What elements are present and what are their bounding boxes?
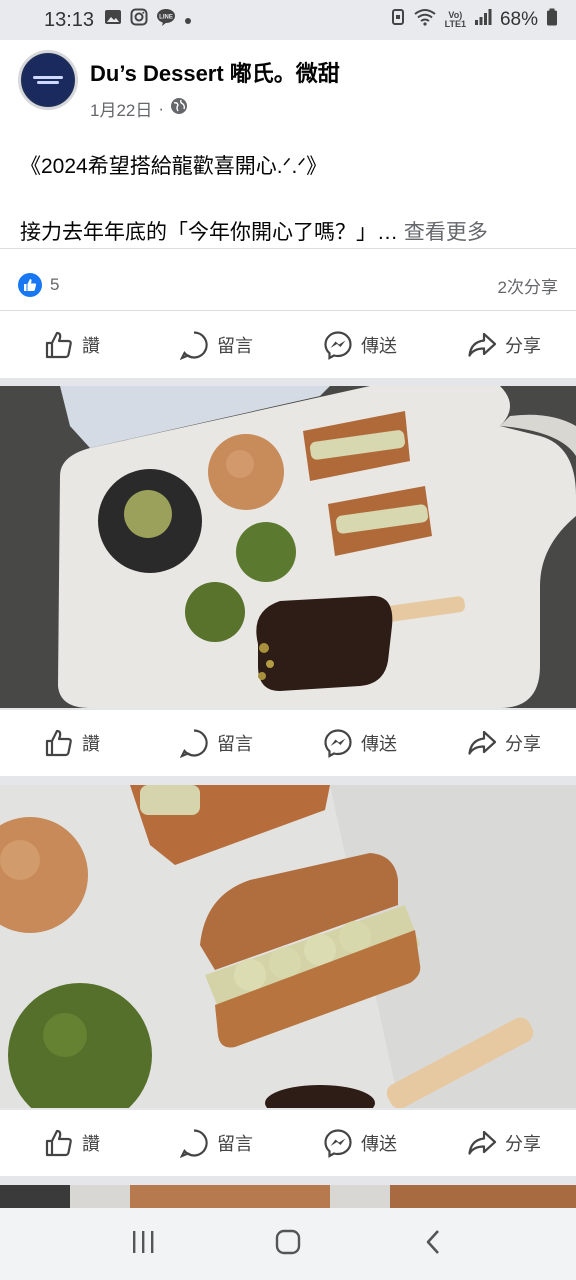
share-icon xyxy=(467,1128,497,1158)
divider xyxy=(0,310,576,311)
share-count[interactable]: 2次分享 xyxy=(498,273,558,298)
alarm-icon xyxy=(391,8,405,32)
post-body: 接力去年年底的「今年你開心了嗎？」… 查看更多 xyxy=(20,216,488,246)
post-photo-2[interactable] xyxy=(0,785,576,1108)
instagram-icon xyxy=(130,8,148,32)
signal-icon xyxy=(474,8,492,32)
share-icon xyxy=(467,728,497,758)
like-icon xyxy=(44,728,74,758)
send-label: 傳送 xyxy=(361,336,397,356)
home-button[interactable] xyxy=(258,1214,318,1274)
messenger-icon xyxy=(323,728,353,758)
back-button[interactable] xyxy=(403,1214,463,1274)
post-action-bar: 讚 留言 傳送 分享 xyxy=(0,312,576,378)
page-avatar[interactable] xyxy=(18,50,78,110)
recents-icon xyxy=(130,1230,156,1259)
like-button[interactable]: 讚 xyxy=(0,1128,144,1158)
avatar-logo xyxy=(23,55,73,105)
battery-percent: 68% xyxy=(499,9,538,30)
image-icon xyxy=(104,9,122,31)
like-icon xyxy=(44,1128,74,1158)
messenger-icon xyxy=(323,1128,353,1158)
comment-icon xyxy=(179,330,209,360)
comment-label: 留言 xyxy=(217,1134,253,1154)
share-button[interactable]: 分享 xyxy=(432,330,576,360)
network-type: LTE1 xyxy=(444,19,466,29)
volte-label: Vo) LTE1 xyxy=(444,10,466,29)
share-button[interactable]: 分享 xyxy=(432,728,576,758)
photo-1-action-bar: 讚 留言 傳送 分享 xyxy=(0,710,576,776)
comment-button[interactable]: 留言 xyxy=(144,1128,288,1158)
post-photo-1[interactable] xyxy=(0,386,576,708)
comment-button[interactable]: 留言 xyxy=(144,330,288,360)
like-label: 讚 xyxy=(82,1134,100,1154)
send-button[interactable]: 傳送 xyxy=(288,1128,432,1158)
share-button[interactable]: 分享 xyxy=(432,1128,576,1158)
like-button[interactable]: 讚 xyxy=(0,728,144,758)
meta-dot: · xyxy=(158,98,165,118)
post-meta: 1月22日 · xyxy=(90,96,188,121)
post-photo-3[interactable] xyxy=(0,1185,576,1208)
reactions-row: 5 2次分享 xyxy=(0,260,576,310)
send-label: 傳送 xyxy=(361,734,397,754)
share-label: 分享 xyxy=(505,1134,541,1154)
status-left-icons: LINE xyxy=(104,8,192,32)
photo-2-action-bar: 讚 留言 傳送 分享 xyxy=(0,1110,576,1176)
wifi-icon xyxy=(413,8,437,32)
dessert-board-image xyxy=(0,386,576,708)
post-body-text: 接力去年年底的「今年你開心了嗎？」… xyxy=(20,221,398,244)
share-icon xyxy=(467,330,497,360)
messenger-icon xyxy=(323,330,353,360)
see-more-link[interactable]: 查看更多 xyxy=(404,221,488,244)
home-icon xyxy=(275,1229,301,1260)
status-time: 13:13 xyxy=(44,8,95,31)
comment-label: 留言 xyxy=(217,734,253,754)
line-icon: LINE xyxy=(156,8,176,32)
like-icon xyxy=(44,330,74,360)
like-reaction-icon[interactable] xyxy=(18,273,42,297)
logo-stroke xyxy=(33,76,63,79)
share-label: 分享 xyxy=(505,336,541,356)
comment-icon xyxy=(179,1128,209,1158)
reaction-count[interactable]: 5 xyxy=(50,275,59,295)
android-nav-bar xyxy=(0,1208,576,1280)
svg-text:LINE: LINE xyxy=(159,15,173,21)
divider xyxy=(0,248,576,249)
financier-closeup-image xyxy=(0,785,576,1108)
send-label: 傳送 xyxy=(361,1134,397,1154)
like-button[interactable]: 讚 xyxy=(0,330,144,360)
dessert-image-partial xyxy=(0,1185,576,1208)
like-label: 讚 xyxy=(82,734,100,754)
page-name[interactable]: Du’s Dessert 嘟氏。微甜 xyxy=(90,56,340,88)
back-icon xyxy=(424,1229,442,1260)
comment-icon xyxy=(179,728,209,758)
recents-button[interactable] xyxy=(113,1214,173,1274)
send-button[interactable]: 傳送 xyxy=(288,330,432,360)
logo-stroke xyxy=(37,81,59,84)
share-label: 分享 xyxy=(505,734,541,754)
comment-button[interactable]: 留言 xyxy=(144,728,288,758)
battery-icon xyxy=(546,8,558,32)
send-button[interactable]: 傳送 xyxy=(288,728,432,758)
status-right-icons: Vo) LTE1 68% xyxy=(391,8,558,32)
notification-dot-icon xyxy=(184,9,192,31)
comment-label: 留言 xyxy=(217,336,253,356)
like-label: 讚 xyxy=(82,336,100,356)
status-bar: 13:13 LINE Vo) LTE1 68% xyxy=(0,0,576,40)
post-date[interactable]: 1月22日 xyxy=(90,96,152,121)
post-title: 《2024希望搭給龍歡喜開心.ᐟ.ᐟ》 xyxy=(20,155,328,178)
globe-icon xyxy=(170,97,188,120)
